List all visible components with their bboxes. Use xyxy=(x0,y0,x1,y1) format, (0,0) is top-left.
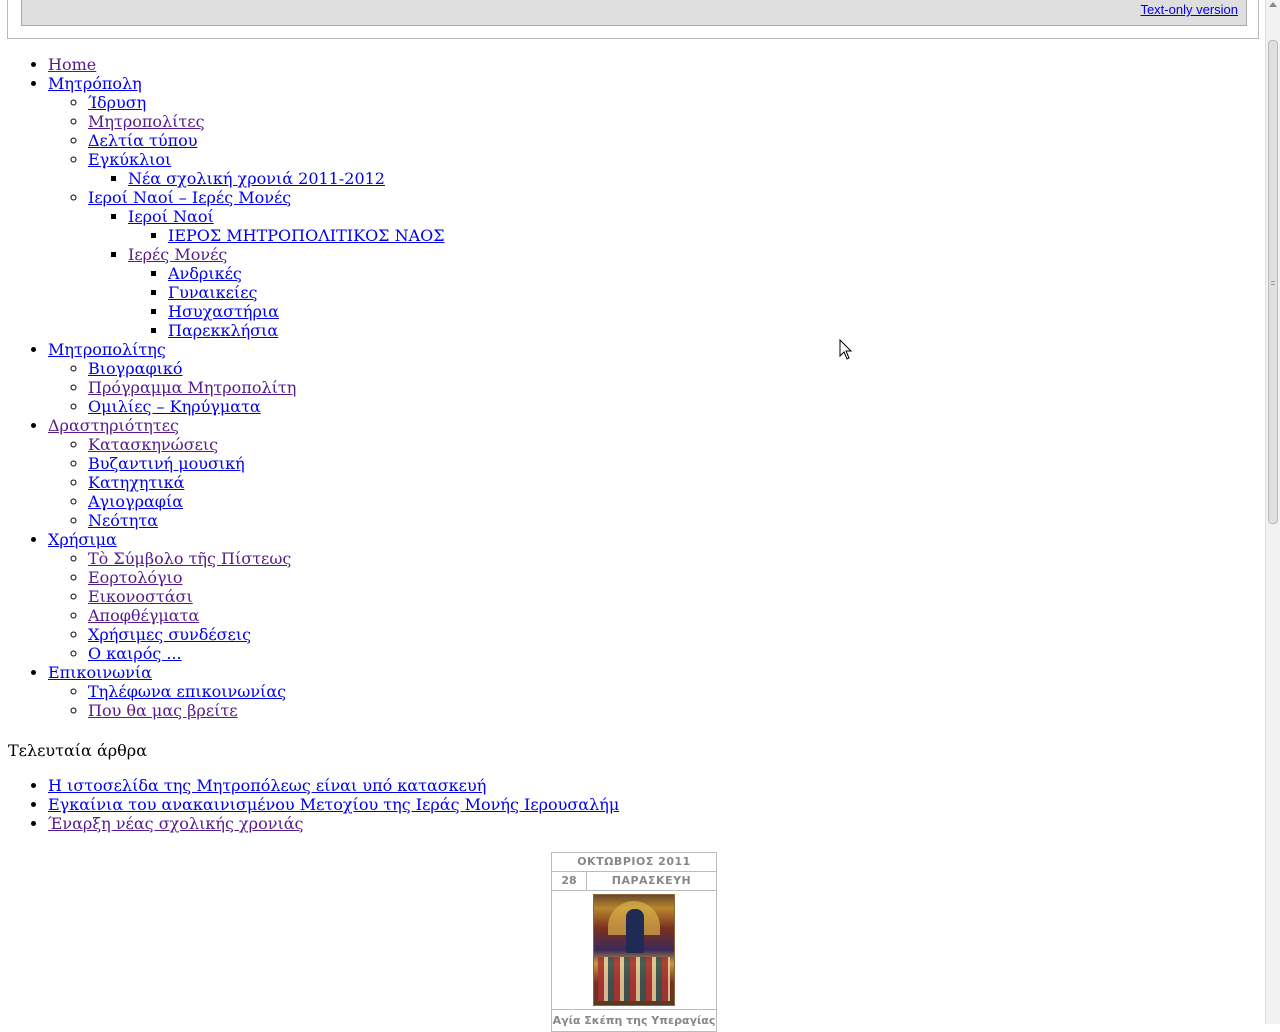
list-item: Εγκύκλιοι Νέα σχολική χρονιά 2011-2012 xyxy=(88,150,1200,188)
agiografia-link[interactable]: Αγιογραφία xyxy=(88,492,183,511)
list-item: Ιερές Μονές Ανδρικές Γυναικείες Ησυχαστή… xyxy=(128,245,1200,340)
list-item: Πρόγραμμα Μητροπολίτη xyxy=(88,378,1200,397)
list-item: Δελτία τύπου xyxy=(88,131,1200,150)
article-link-3[interactable]: Έναρξη νέας σχολικής χρονιάς xyxy=(48,814,303,833)
idrysi-link[interactable]: Ίδρυση xyxy=(88,93,146,112)
list-item: Εορτολόγιο xyxy=(88,568,1200,587)
list-item: Νέα σχολική χρονιά 2011-2012 xyxy=(128,169,1200,188)
calendar-date-row: 28 ΠΑΡΑΣΚΕΥΗ xyxy=(552,872,716,891)
isyxastiria-link[interactable]: Ησυχαστήρια xyxy=(168,302,279,321)
list-item: Κατασκηνώσεις xyxy=(88,435,1200,454)
mitropolitikos-naos-link[interactable]: ΙΕΡΟΣ ΜΗΤΡΟΠΟΛΙΤΙΚΟΣ ΝΑΟΣ xyxy=(168,226,445,245)
ieroi-naoi-link[interactable]: Ιεροί Ναοί xyxy=(128,207,214,226)
list-item: Γυναικείες xyxy=(168,283,1200,302)
xrisimes-syndeseis-link[interactable]: Χρήσιμες συνδέσεις xyxy=(88,625,251,644)
list-item: Βιογραφικό xyxy=(88,359,1200,378)
list-item: Τὸ Σύμβολο τῆς Πίστεως xyxy=(88,549,1200,568)
xrisima-link[interactable]: Χρήσιμα xyxy=(48,530,117,549)
eikonostasi-link[interactable]: Εικονοστάσι xyxy=(88,587,193,606)
article-link-2[interactable]: Εγκαίνια του ανακαινισμένου Μετοχίου της… xyxy=(48,795,619,814)
list-item: Έναρξη νέας σχολικής χρονιάς xyxy=(48,814,619,833)
vyzantini-mousiki-link[interactable]: Βυζαντινή μουσική xyxy=(88,454,245,473)
feast-caption: Αγία Σκέπη της Υπεραγίας xyxy=(552,1009,716,1032)
icon-theotokos-figure xyxy=(626,909,644,953)
list-item: Ομιλίες – Κηρύγματα xyxy=(88,397,1200,416)
list-item: Τηλέφωνα επικοινωνίας xyxy=(88,682,1200,701)
menu-item-xrisima: Χρήσιμα Τὸ Σύμβολο τῆς Πίστεως Εορτολόγι… xyxy=(48,530,1200,663)
list-item: Ο καιρός ... xyxy=(88,644,1200,663)
symvolo-pisteos-link[interactable]: Τὸ Σύμβολο τῆς Πίστεως xyxy=(88,549,291,568)
pou-tha-mas-vreite-link[interactable]: Που θα μας βρείτε xyxy=(88,701,238,720)
text-only-version-link[interactable]: Text-only version xyxy=(1140,2,1238,18)
list-item: Νεότητα xyxy=(88,511,1200,530)
main-menu: Home Μητρόπολη Ίδρυση Μητροπολίτες Δελτί… xyxy=(0,55,1200,720)
mitropolitis-link[interactable]: Μητροπολίτης xyxy=(48,340,166,359)
list-item: Εικονοστάσι xyxy=(88,587,1200,606)
scroll-grip-icon xyxy=(1271,281,1275,285)
header-frame: Text-only version xyxy=(7,0,1259,39)
programma-link[interactable]: Πρόγραμμα Μητροπολίτη xyxy=(88,378,296,397)
menu-item-mitropolitis: Μητροπολίτης Βιογραφικό Πρόγραμμα Μητροπ… xyxy=(48,340,1200,416)
scroll-up-arrow-icon[interactable] xyxy=(1269,2,1277,7)
menu-item-epikoinonia: Επικοινωνία Τηλέφωνα επικοινωνίας Που θα… xyxy=(48,663,1200,720)
naoi-mones-link[interactable]: Ιεροί Ναοί – Ιερές Μονές xyxy=(88,188,291,207)
kairos-link[interactable]: Ο καιρός ... xyxy=(88,644,182,663)
list-item: Κατηχητικά xyxy=(88,473,1200,492)
list-item: Αγιογραφία xyxy=(88,492,1200,511)
list-item: Βυζαντινή μουσική xyxy=(88,454,1200,473)
ieres-mones-link[interactable]: Ιερές Μονές xyxy=(128,245,227,264)
epikoinonia-link[interactable]: Επικοινωνία xyxy=(48,663,152,682)
article-link-1[interactable]: Η ιστοσελίδα της Μητροπόλεως είναι υπό κ… xyxy=(48,776,486,795)
drastiriotites-link[interactable]: Δραστηριότητες xyxy=(48,416,179,435)
icon-saints-crowd xyxy=(598,957,670,1001)
andrikes-link[interactable]: Ανδρικές xyxy=(168,264,242,283)
egkyklioi-link[interactable]: Εγκύκλιοι xyxy=(88,150,171,169)
list-item: Ίδρυση xyxy=(88,93,1200,112)
menu-item-drastiriotites: Δραστηριότητες Κατασκηνώσεις Βυζαντινή μ… xyxy=(48,416,1200,530)
scrollbar-thumb[interactable] xyxy=(1268,40,1278,524)
gynaikeies-link[interactable]: Γυναικείες xyxy=(168,283,257,302)
feast-calendar-widget: ΟΚΤΩΒΡΙΟΣ 2011 28 ΠΑΡΑΣΚΕΥΗ Αγία Σκέπη τ… xyxy=(551,852,717,1032)
kataskinoseis-link[interactable]: Κατασκηνώσεις xyxy=(88,435,218,454)
menu-item-mitropoli: Μητρόπολη Ίδρυση Μητροπολίτες Δελτία τύπ… xyxy=(48,74,1200,340)
neotita-link[interactable]: Νεότητα xyxy=(88,511,158,530)
list-item: Χρήσιμες συνδέσεις xyxy=(88,625,1200,644)
viografiko-link[interactable]: Βιογραφικό xyxy=(88,359,183,378)
list-item: Ιεροί Ναοί – Ιερές Μονές Ιεροί Ναοί ΙΕΡΟ… xyxy=(88,188,1200,340)
nea-sxoliki-xronia-link[interactable]: Νέα σχολική χρονιά 2011-2012 xyxy=(128,169,385,188)
katixitika-link[interactable]: Κατηχητικά xyxy=(88,473,184,492)
apofthegmata-link[interactable]: Αποφθέγματα xyxy=(88,606,199,625)
list-item: Ανδρικές xyxy=(168,264,1200,283)
list-item: Αποφθέγματα xyxy=(88,606,1200,625)
list-item: Η ιστοσελίδα της Μητροπόλεως είναι υπό κ… xyxy=(48,776,619,795)
tilefona-link[interactable]: Τηλέφωνα επικοινωνίας xyxy=(88,682,286,701)
mitropoli-link[interactable]: Μητρόπολη xyxy=(48,74,142,93)
menu-item-home: Home xyxy=(48,55,1200,74)
feast-icon-image[interactable] xyxy=(593,894,675,1006)
list-item: Που θα μας βρείτε xyxy=(88,701,1200,720)
omilies-link[interactable]: Ομιλίες – Κηρύγματα xyxy=(88,397,261,416)
recent-articles-list: Η ιστοσελίδα της Μητροπόλεως είναι υπό κ… xyxy=(0,776,619,833)
list-item: Εγκαίνια του ανακαινισμένου Μετοχίου της… xyxy=(48,795,619,814)
list-item: Ησυχαστήρια xyxy=(168,302,1200,321)
eortologio-link[interactable]: Εορτολόγιο xyxy=(88,568,182,587)
home-link[interactable]: Home xyxy=(48,55,96,74)
deltia-typou-link[interactable]: Δελτία τύπου xyxy=(88,131,197,150)
mitropolites-link[interactable]: Μητροπολίτες xyxy=(88,112,205,131)
list-item: ΙΕΡΟΣ ΜΗΤΡΟΠΟΛΙΤΙΚΟΣ ΝΑΟΣ xyxy=(168,226,1200,245)
list-item: Μητροπολίτες xyxy=(88,112,1200,131)
calendar-weekday: ΠΑΡΑΣΚΕΥΗ xyxy=(611,874,692,887)
recent-articles-heading: Τελευταία άρθρα xyxy=(8,741,147,760)
calendar-day-number: 28 xyxy=(552,872,587,890)
header-bar: Text-only version xyxy=(21,0,1247,26)
calendar-month-year: ΟΚΤΩΒΡΙΟΣ 2011 xyxy=(552,853,716,872)
parekklisia-link[interactable]: Παρεκκλήσια xyxy=(168,321,278,340)
list-item: Παρεκκλήσια xyxy=(168,321,1200,340)
vertical-scrollbar[interactable] xyxy=(1265,0,1280,1024)
list-item: Ιεροί Ναοί ΙΕΡΟΣ ΜΗΤΡΟΠΟΛΙΤΙΚΟΣ ΝΑΟΣ xyxy=(128,207,1200,245)
